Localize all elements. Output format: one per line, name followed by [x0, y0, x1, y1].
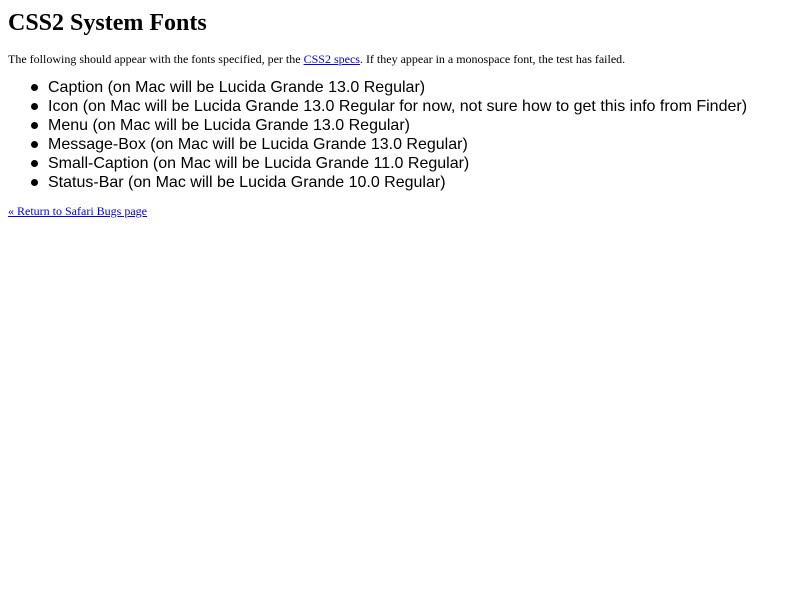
list-item-icon: Icon (on Mac will be Lucida Grande 13.0 …: [31, 97, 792, 116]
intro-text-before: The following should appear with the fon…: [8, 52, 304, 66]
bullet-icon: [31, 122, 38, 129]
page-content: CSS2 System Fonts The following should a…: [0, 0, 800, 218]
return-to-safari-bugs-link[interactable]: « Return to Safari Bugs page: [8, 204, 147, 218]
list-item-label: Icon (on Mac will be Lucida Grande 13.0 …: [48, 98, 748, 115]
back-link-paragraph: « Return to Safari Bugs page: [8, 204, 792, 218]
list-item-message-box: Message-Box (on Mac will be Lucida Grand…: [31, 135, 792, 154]
list-item-caption: Caption (on Mac will be Lucida Grande 13…: [31, 78, 792, 97]
list-item-label: Menu (on Mac will be Lucida Grande 13.0 …: [48, 117, 410, 134]
list-item-label: Caption (on Mac will be Lucida Grande 13…: [48, 79, 426, 96]
list-item-status-bar: Status-Bar (on Mac will be Lucida Grande…: [31, 173, 792, 192]
bullet-icon: [31, 84, 38, 91]
list-item-label: Status-Bar (on Mac will be Lucida Grande…: [48, 174, 446, 191]
bullet-icon: [31, 179, 38, 186]
bullet-icon: [31, 141, 38, 148]
intro-paragraph: The following should appear with the fon…: [8, 52, 792, 66]
list-item-label: Message-Box (on Mac will be Lucida Grand…: [48, 136, 468, 153]
list-item-menu: Menu (on Mac will be Lucida Grande 13.0 …: [31, 116, 792, 135]
intro-text-after: . If they appear in a monospace font, th…: [359, 52, 626, 66]
system-font-list: Caption (on Mac will be Lucida Grande 13…: [8, 78, 792, 192]
list-item-small-caption: Small-Caption (on Mac will be Lucida Gra…: [31, 154, 792, 173]
bullet-icon: [31, 160, 38, 167]
page-title: CSS2 System Fonts: [8, 10, 207, 36]
list-item-label: Small-Caption (on Mac will be Lucida Gra…: [48, 155, 470, 172]
bullet-icon: [31, 103, 38, 110]
css2-specs-link[interactable]: CSS2 specs: [304, 52, 360, 66]
